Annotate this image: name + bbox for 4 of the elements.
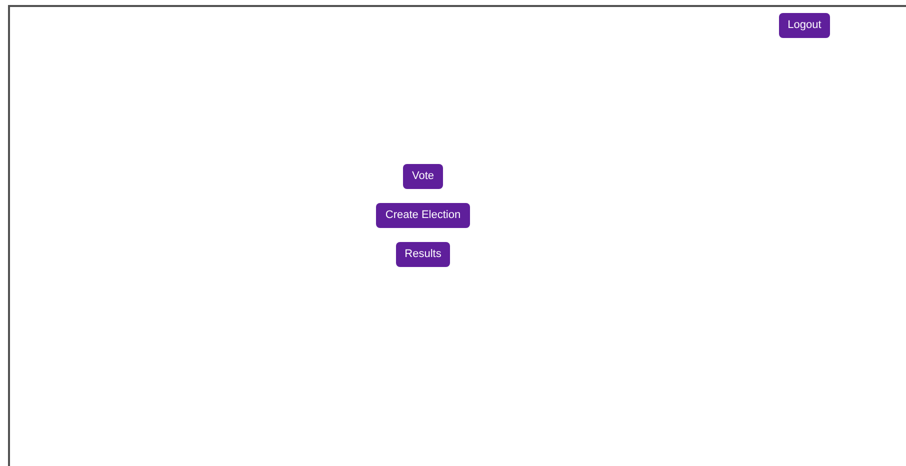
menu-button[interactable]: Results bbox=[396, 242, 450, 267]
logout-button[interactable]: Logout bbox=[779, 13, 830, 38]
menu-button[interactable]: Vote bbox=[402, 164, 444, 189]
menu-button[interactable]: Create Election bbox=[376, 203, 470, 228]
